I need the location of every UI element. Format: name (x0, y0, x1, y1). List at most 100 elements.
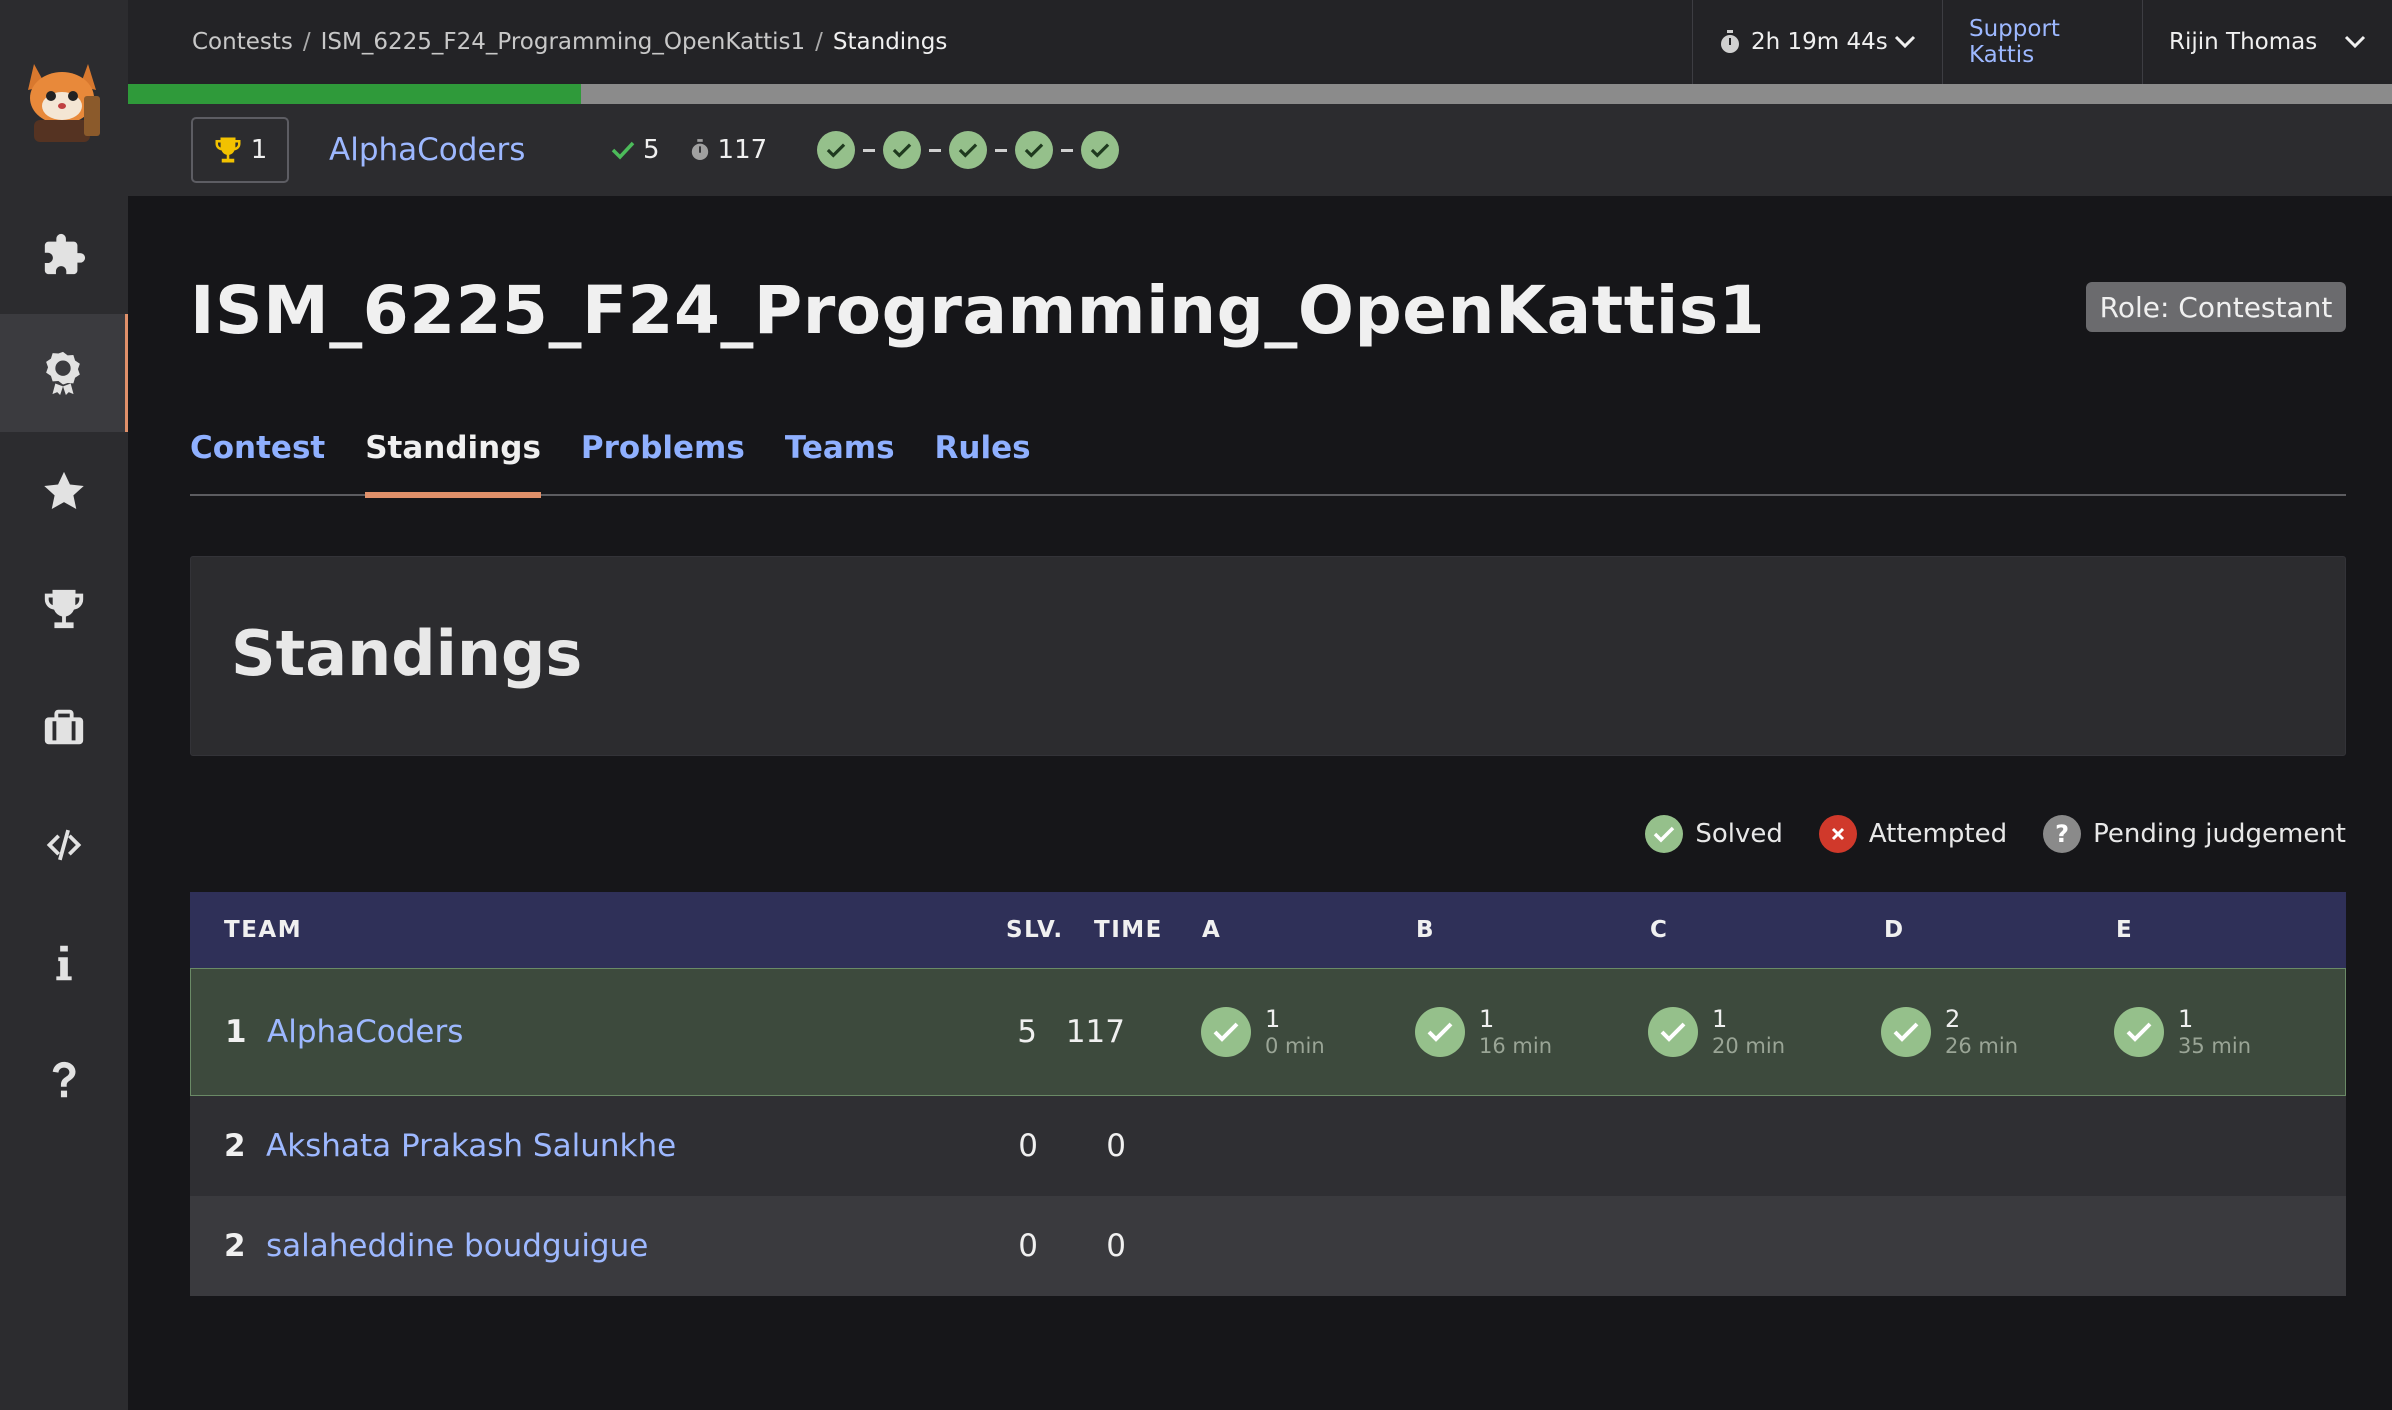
nav-info[interactable] (0, 904, 128, 1022)
problem-tries: 1 (1479, 1005, 1495, 1034)
nav-jobs[interactable] (0, 668, 128, 786)
user-name: Rijin Thomas (2169, 29, 2318, 55)
problem-cell-d: 2 26 min (1881, 1006, 2018, 1058)
check-circle-icon (1201, 1006, 1251, 1057)
nav-favorites[interactable] (0, 432, 128, 550)
x-circle-icon (1818, 815, 1857, 853)
nav-problems[interactable] (0, 196, 128, 314)
tab-problems[interactable]: Problems (581, 420, 745, 496)
problem-time: 16 min (1479, 1033, 1552, 1058)
header-problem-d[interactable]: D (1884, 917, 1905, 943)
legend-solved: Solved (1645, 815, 1783, 853)
problem-status-strip (817, 131, 1120, 169)
kattis-logo[interactable] (0, 0, 128, 196)
problem-cell-c: 1 20 min (1648, 1006, 1785, 1058)
nav-contests[interactable] (0, 314, 128, 432)
tab-contest[interactable]: Contest (190, 420, 325, 496)
trophy-icon (215, 137, 241, 163)
nav-languages[interactable] (0, 786, 128, 904)
stopwatch-icon (691, 139, 708, 160)
problem-cell-e: 1 35 min (2114, 1006, 2251, 1058)
row-team-link[interactable]: salaheddine boudguigue (266, 1228, 648, 1264)
role-badge: Role: Contestant (2086, 282, 2346, 332)
trophy-icon (44, 589, 84, 629)
status-connector (863, 148, 876, 152)
status-connector (929, 148, 942, 152)
nav-ranklists[interactable] (0, 550, 128, 668)
problem-time: 20 min (1712, 1033, 1785, 1058)
row-time: 0 (1106, 1228, 1126, 1264)
header-problem-c[interactable]: C (1650, 917, 1668, 943)
legend-attempted-label: Attempted (1868, 819, 2008, 849)
check-circle-icon (883, 131, 922, 169)
problem-tries: 2 (1945, 1005, 1961, 1034)
problem-tries: 1 (1712, 1005, 1728, 1034)
check-circle-icon (1415, 1006, 1465, 1057)
nav-help[interactable] (0, 1022, 128, 1140)
penalty-time: 117 (690, 135, 768, 165)
check-circle-icon (1648, 1006, 1698, 1057)
check-circle-icon (2114, 1006, 2164, 1057)
table-row: 1 AlphaCoders 5 117 10 min 1 16 min 1 20 m… (190, 968, 2346, 1096)
penalty-value: 117 (717, 135, 768, 165)
row-time: 0 (1106, 1128, 1126, 1164)
problem-time: 35 min (2178, 1033, 2251, 1058)
check-circle-icon (1015, 131, 1054, 169)
legend: Solved Attempted ? Pending judgement (1645, 814, 2346, 854)
tab-rules[interactable]: Rules (935, 420, 1031, 496)
check-circle-icon (1881, 1006, 1931, 1057)
legend-solved-label: Solved (1695, 819, 1783, 849)
info-icon (56, 945, 72, 981)
check-circle-icon (1081, 131, 1120, 169)
row-solved: 0 (1018, 1128, 1038, 1164)
support-kattis-link[interactable]: Support Kattis (1942, 0, 2142, 84)
team-rank-badge: 1 (191, 117, 289, 183)
header-slv[interactable]: SLV. (1006, 917, 1064, 943)
row-solved: 5 (1017, 1014, 1037, 1050)
problem-cell-a: 10 min (1201, 1006, 1325, 1058)
check-circle-icon (949, 131, 988, 169)
team-rank: 1 (250, 135, 268, 165)
header-team[interactable]: TEAM (224, 917, 302, 943)
standings-header-card: Standings (190, 556, 2346, 756)
sidebar (0, 0, 128, 1410)
team-summary-bar: 1 AlphaCoders 5 117 (128, 104, 2392, 196)
chevron-down-icon (2344, 35, 2366, 49)
status-connector (995, 148, 1008, 152)
badge-icon (45, 351, 80, 396)
briefcase-icon (44, 709, 84, 745)
breadcrumb-separator: / (815, 29, 823, 55)
solved-count: 5 (611, 135, 660, 165)
check-circle-icon (1645, 815, 1684, 853)
breadcrumb-contests[interactable]: Contests (192, 29, 293, 55)
question-circle-icon: ? (2043, 815, 2082, 853)
legend-attempted: Attempted (1818, 815, 2008, 853)
problem-tries: 1 (1265, 1005, 1281, 1034)
breadcrumb-separator: / (302, 29, 311, 55)
row-solved: 0 (1018, 1228, 1038, 1264)
tab-standings[interactable]: Standings (365, 420, 541, 498)
help-icon (52, 1061, 76, 1098)
header-problem-b[interactable]: B (1416, 917, 1435, 943)
problem-time: 26 min (1945, 1033, 2018, 1058)
table-row: 2 salaheddine boudguigue 0 0 (190, 1196, 2346, 1296)
problem-tries: 1 (2178, 1005, 2194, 1034)
problem-cell-b: 1 16 min (1415, 1006, 1552, 1058)
contest-timer[interactable]: 2h 19m 44s (1692, 0, 1942, 84)
problem-time: 0 min (1265, 1033, 1325, 1058)
table-row: 2 Akshata Prakash Salunkhe 0 0 (190, 1096, 2346, 1196)
status-connector (1061, 148, 1074, 152)
header-time[interactable]: TIME (1094, 917, 1163, 943)
row-team-link[interactable]: Akshata Prakash Salunkhe (266, 1128, 676, 1164)
tab-teams[interactable]: Teams (785, 420, 895, 496)
header-problem-e[interactable]: E (2116, 917, 2133, 943)
header-problem-a[interactable]: A (1202, 917, 1221, 943)
row-team-link[interactable]: AlphaCoders (267, 1014, 463, 1050)
breadcrumb: Contests / ISM_6225_F24_Programming_Open… (192, 0, 947, 84)
user-menu[interactable]: Rijin Thomas (2142, 0, 2392, 84)
row-time: 117 (1065, 1014, 1125, 1050)
team-name-link[interactable]: AlphaCoders (329, 132, 611, 168)
breadcrumb-contest[interactable]: ISM_6225_F24_Programming_OpenKattis1 (321, 29, 806, 55)
star-icon (44, 471, 84, 510)
solved-value: 5 (643, 135, 660, 165)
